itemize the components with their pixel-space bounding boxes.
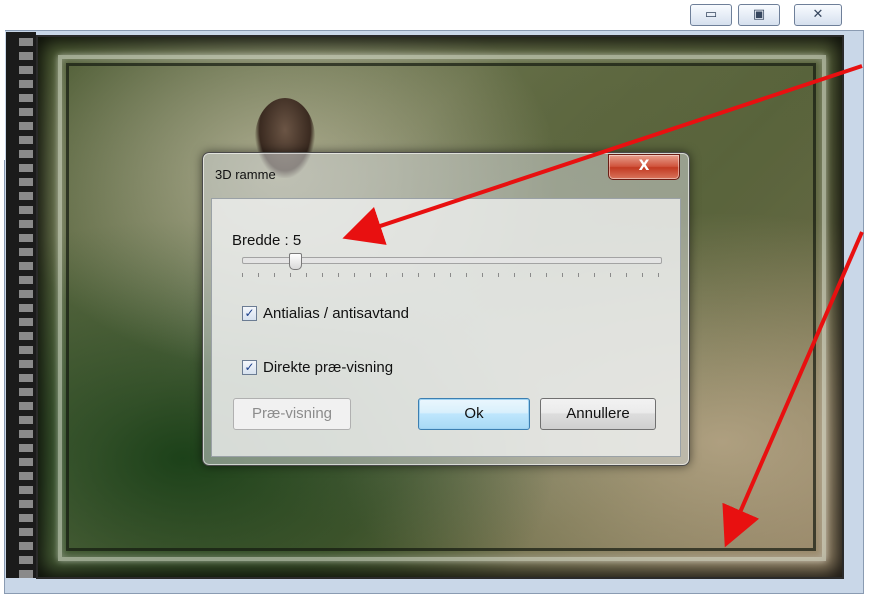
annotation-arrow-frame [722, 231, 864, 548]
annotation-arrow-width [342, 64, 863, 245]
annotation-arrows [342, 64, 864, 548]
